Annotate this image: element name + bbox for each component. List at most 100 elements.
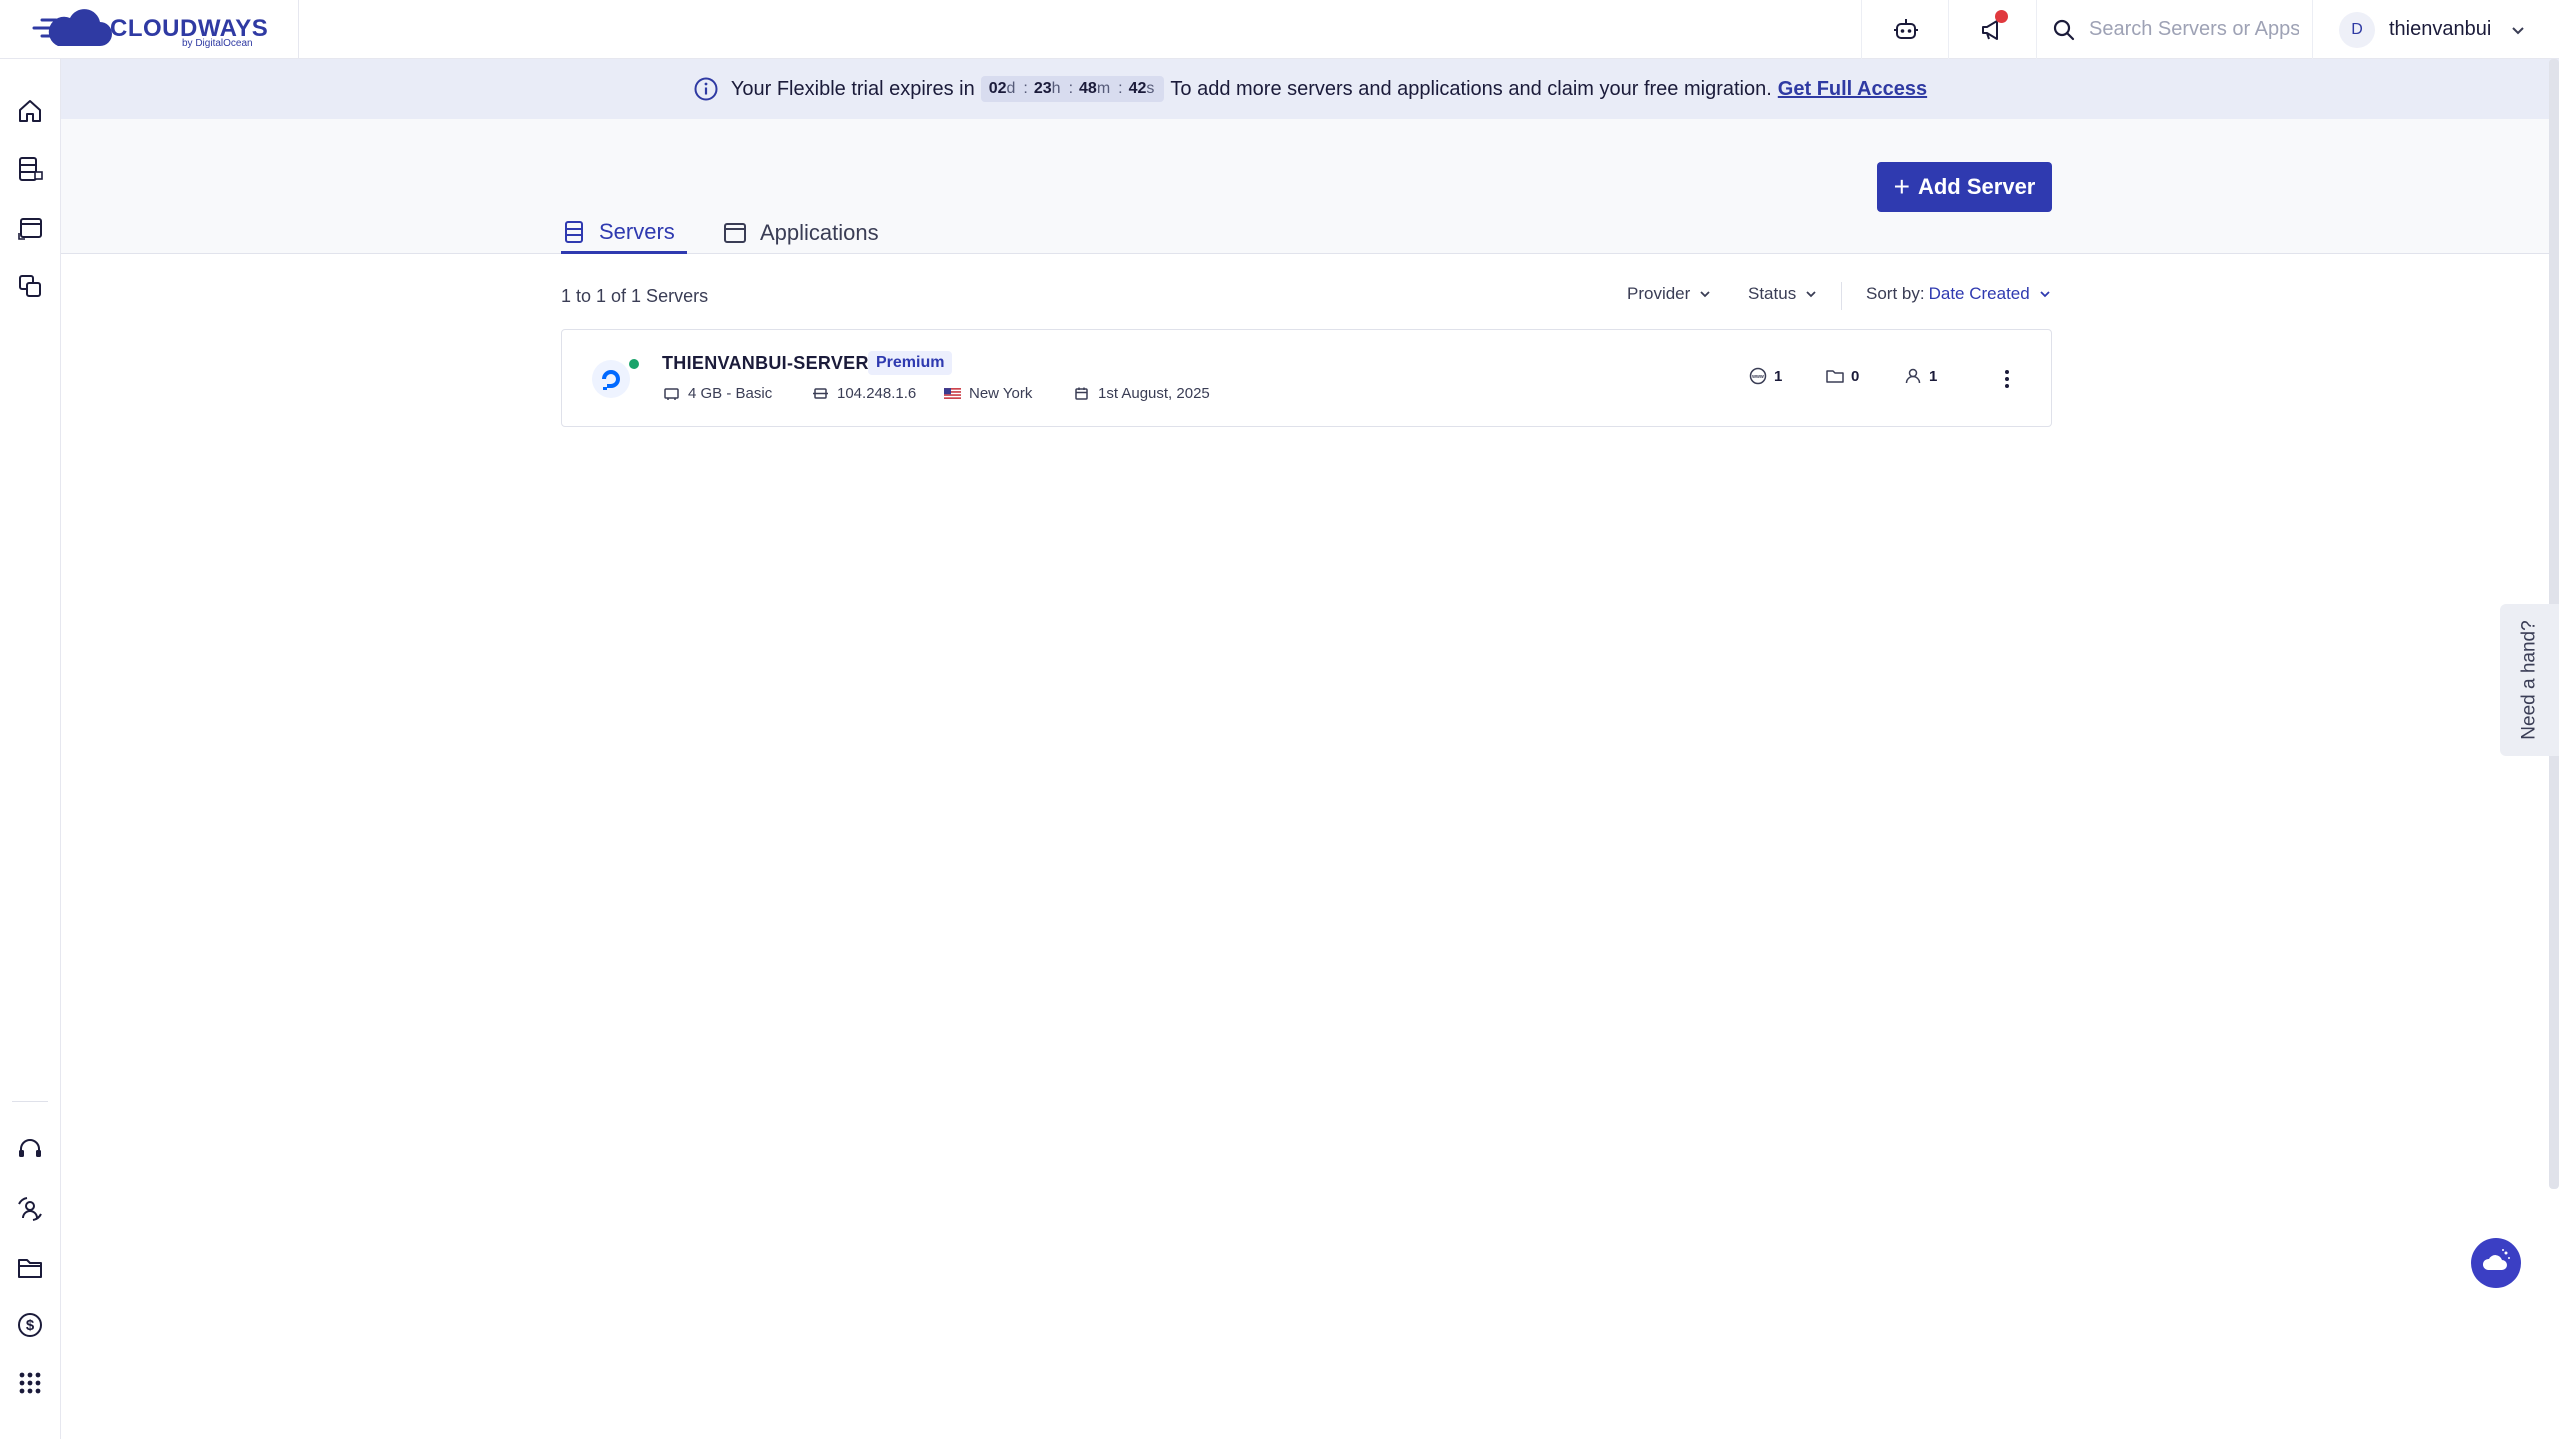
provider-filter-label: Provider — [1627, 284, 1691, 303]
bot-assistant-button[interactable] — [1861, 0, 1949, 59]
ip-address-icon — [813, 388, 828, 399]
timer-hours-unit: h — [1051, 80, 1061, 97]
brand-subtitle: by DigitalOcean — [182, 38, 253, 49]
window-icon — [18, 218, 42, 240]
digitalocean-icon — [592, 360, 630, 398]
dollar-icon: $ — [18, 1313, 42, 1337]
server-location: New York — [944, 385, 1032, 402]
user-switch-icon — [18, 1197, 42, 1221]
sidebar-item-projects[interactable] — [10, 266, 50, 306]
tab-applications-label: Applications — [760, 220, 879, 245]
banner-suffix: To add more servers and applications and… — [1170, 77, 1772, 100]
server-icon — [19, 157, 43, 181]
sidebar: $ — [0, 59, 61, 1439]
sidebar-item-support[interactable] — [10, 1129, 50, 1169]
sidebar-item-team[interactable] — [10, 1189, 50, 1229]
timer-seconds-unit: s — [1146, 80, 1155, 97]
chat-assistant-button[interactable] — [2471, 1238, 2521, 1288]
timer-minutes-unit: m — [1096, 80, 1111, 97]
users-count-value: 1 — [1929, 367, 1938, 385]
headset-icon — [19, 1139, 41, 1157]
tab-servers[interactable]: Servers — [561, 212, 687, 254]
svg-text:www: www — [1751, 374, 1764, 380]
server-projects-count[interactable]: 0 — [1825, 366, 1859, 386]
cloud-chat-icon — [2482, 1249, 2510, 1270]
user-icon — [1905, 368, 1921, 384]
chevron-down-icon — [1700, 291, 1710, 298]
cloudways-logo[interactable]: CLOUDWAYS by DigitalOcean — [28, 6, 268, 52]
server-location-value: New York — [969, 385, 1033, 402]
provider-filter[interactable]: Provider — [1627, 284, 1712, 304]
top-bar: CLOUDWAYS by DigitalOcean D thienvanbui — [0, 0, 2559, 59]
tab-applications[interactable]: Applications — [722, 212, 879, 254]
server-icon — [565, 220, 583, 243]
premium-badge: Premium — [868, 351, 953, 375]
server-name[interactable]: THIENVANBUI-SERVER — [662, 353, 869, 374]
robot-icon — [1893, 18, 1918, 39]
banner-prefix: Your Flexible trial expires in — [730, 77, 975, 100]
www-globe-icon: www — [1749, 367, 1767, 385]
server-card[interactable]: THIENVANBUI-SERVER Premium 4 GB - Basic … — [561, 329, 2052, 427]
sidebar-divider — [12, 1101, 48, 1102]
timer-seconds: 42 — [1128, 80, 1147, 97]
apps-count-value: 1 — [1774, 367, 1783, 385]
timer-days-unit: d — [1006, 80, 1016, 97]
status-filter-label: Status — [1748, 284, 1797, 303]
sidebar-item-home[interactable] — [10, 91, 50, 131]
sidebar-item-apps-grid[interactable] — [10, 1363, 50, 1403]
need-a-hand-tab[interactable]: Need a hand? — [2500, 604, 2559, 756]
plus-icon: + — [1893, 171, 1910, 202]
sort-value: Date Created — [1928, 284, 2030, 303]
search-icon — [2053, 19, 2075, 40]
server-actions-menu[interactable] — [1995, 362, 2019, 396]
announcements-button[interactable] — [1948, 0, 2036, 59]
get-full-access-link[interactable]: Get Full Access — [1778, 78, 1927, 101]
chevron-down-icon — [1806, 291, 1816, 298]
us-flag-icon — [944, 388, 961, 399]
grid-icon — [19, 1372, 41, 1394]
server-users-count[interactable]: 1 — [1903, 366, 1937, 386]
projects-icon — [19, 275, 41, 297]
timer-minutes: 48 — [1079, 80, 1097, 97]
need-a-hand-label: Need a hand? — [2518, 620, 2540, 740]
sort-dropdown[interactable]: Sort by: Date Created — [1866, 284, 2052, 304]
sidebar-item-files[interactable] — [10, 1247, 50, 1287]
server-status-dot — [629, 359, 639, 369]
calendar-icon — [1075, 387, 1088, 400]
add-server-label: Add Server — [1917, 174, 2036, 199]
search-input[interactable] — [2089, 18, 2299, 41]
user-menu[interactable]: D thienvanbui — [2312, 0, 2559, 59]
sort-label: Sort by: — [1866, 284, 1925, 303]
svg-text:$: $ — [26, 1317, 35, 1334]
timer-hours: 23 — [1033, 80, 1052, 97]
projects-count-value: 0 — [1851, 367, 1860, 385]
server-size: 4 GB - Basic — [663, 385, 772, 402]
kebab-menu-icon — [2005, 370, 2009, 388]
trial-banner: Your Flexible trial expires in 02 d : 23 h… — [61, 59, 2559, 119]
chevron-down-icon — [2512, 26, 2525, 34]
server-ip-value: 104.248.1.6 — [837, 385, 917, 402]
status-filter[interactable]: Status — [1748, 284, 1818, 304]
trial-countdown: 02 d : 23 h : 48 m : 42 s — [980, 76, 1165, 102]
logo-divider — [298, 0, 299, 59]
info-icon — [694, 77, 718, 101]
server-count: 1 to 1 of 1 Servers — [561, 286, 709, 306]
sidebar-item-applications[interactable] — [10, 208, 50, 248]
avatar: D — [2339, 11, 2375, 48]
window-icon — [724, 223, 746, 243]
server-size-value: 4 GB - Basic — [688, 385, 773, 402]
tab-servers-label: Servers — [599, 218, 675, 244]
memory-icon — [664, 388, 679, 400]
chevron-down-icon — [2040, 291, 2050, 298]
folder-icon — [1826, 370, 1844, 383]
server-ip: 104.248.1.6 — [812, 385, 916, 402]
server-apps-count[interactable]: www 1 — [1748, 366, 1782, 386]
sidebar-item-billing[interactable]: $ — [10, 1305, 50, 1345]
timer-days: 02 — [988, 80, 1007, 97]
search-box[interactable] — [2036, 0, 2312, 59]
folder-icon — [18, 1259, 42, 1278]
sidebar-item-servers[interactable] — [10, 149, 50, 189]
add-server-button[interactable]: + Add Server — [1877, 162, 2052, 212]
filter-divider — [1841, 282, 1842, 310]
username: thienvanbui — [2389, 18, 2492, 40]
